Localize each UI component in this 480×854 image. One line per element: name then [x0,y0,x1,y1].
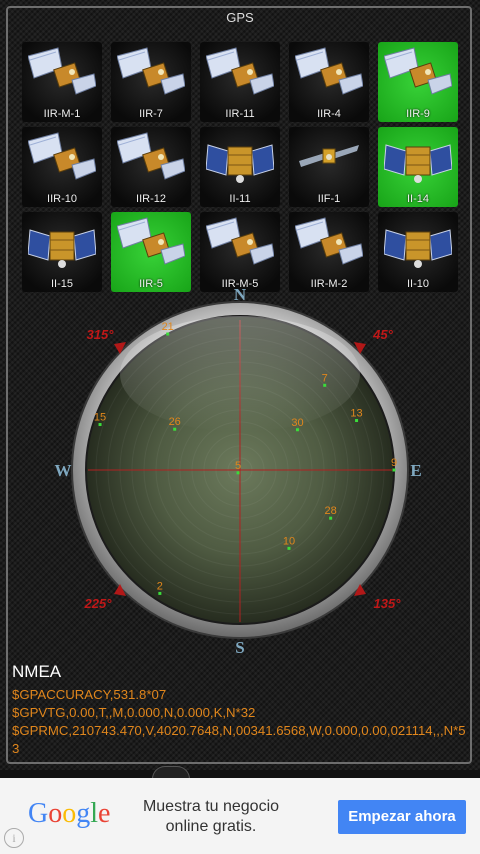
satellite-icon [384,47,452,95]
satellite-icon [117,47,185,95]
satellite-icon [117,132,185,180]
google-logo[interactable]: Google [28,798,110,830]
satellite-label: IIR-9 [406,108,430,120]
satellite-label: IIR-11 [225,108,255,120]
app-title: GPS [226,10,254,25]
ad-cta-button[interactable]: Empezar ahora [338,800,466,834]
satellite-tile[interactable]: IIF-1 [289,127,369,207]
satellite-id-label: 15 [94,412,106,424]
satellite-icon [28,229,96,268]
bearing-label-se: 135° [374,596,402,611]
satellite-tile[interactable]: IIR-M-1 [22,42,102,122]
satellite-icon [206,217,274,265]
satellite-id-label: 10 [283,535,295,547]
compass-east-label: E [410,461,421,480]
gps-app: GPS IIR-M-1 IIR-7 IIR-11 IIR-4 IIR-9 IIR-10 II… [0,0,480,770]
satellite-tile[interactable]: IIR-5 [111,212,191,292]
info-icon[interactable]: i [4,828,24,848]
satellite-icon [384,229,452,268]
satellite-label: IIR-12 [136,193,166,205]
bearing-label-nw: 315° [87,327,115,342]
satellite-tile[interactable]: IIR-M-5 [200,212,280,292]
nmea-line: $GPVTG,0.00,T,,M,0.000,N,0.000,K,N*32 [12,705,256,720]
satellite-label: IIR-M-1 [43,108,81,120]
sky-compass: N S W E 315° 45° 225° 135° 21 7 30 13 26 15 9 5… [55,285,422,657]
satellite-tile[interactable]: IIR-12 [111,127,191,207]
satellite-id-label: 28 [325,505,337,517]
satellite-icon [28,132,96,180]
nmea-line: $GPACCURACY,531.8*07 [12,687,167,702]
satellite-id-label: 7 [322,372,328,384]
satellite-label: IIR-10 [47,193,77,205]
satellite-id-label: 13 [350,408,362,420]
satellite-grid: IIR-M-1 IIR-7 IIR-11 IIR-4 IIR-9 IIR-10 IIR-12… [22,42,462,292]
bearing-label-sw: 225° [84,596,113,611]
satellite-id-label: 30 [291,417,303,429]
satellite-tile[interactable]: IIR-9 [378,42,458,122]
satellite-icon [295,217,363,265]
satellite-label: II-11 [229,193,251,205]
satellite-tile[interactable]: IIR-M-2 [289,212,369,292]
satellite-tile[interactable]: II-14 [378,127,458,207]
compass-north-label: N [234,285,247,304]
satellite-tile[interactable]: IIR-7 [111,42,191,122]
satellite-label: IIR-7 [139,108,163,120]
satellite-label: II-14 [406,193,429,205]
satellite-id-label: 9 [391,457,397,469]
compass-west-label: W [55,461,72,480]
satellite-icon [28,47,96,95]
satellite-icon [117,217,185,265]
nmea-panel: NMEA $GPACCURACY,531.8*07 $GPVTG,0.00,T,… [12,662,468,758]
satellite-id-label: 26 [169,416,181,428]
satellite-id-label: 21 [162,321,174,333]
bearing-label-ne: 45° [372,327,393,342]
satellite-tile[interactable]: IIR-10 [22,127,102,207]
satellite-id-label: 2 [157,580,163,592]
satellite-tile[interactable]: II-15 [22,212,102,292]
nmea-line: $GPRMC,210743.470,V,4020.7648,N,00341.65… [12,723,466,756]
nmea-heading: NMEA [12,662,62,681]
satellite-id-label: 5 [235,460,241,472]
satellite-icon [384,144,452,183]
satellite-label: IIF-1 [317,193,341,205]
ad-banner[interactable]: Google Muestra tu negocio online gratis.… [0,778,480,854]
satellite-tile[interactable]: II-11 [200,127,280,207]
satellite-tile[interactable]: IIR-4 [289,42,369,122]
satellite-label: IIR-4 [317,108,341,120]
compass-south-label: S [235,638,244,657]
satellite-tile[interactable]: II-10 [378,212,458,292]
ad-message[interactable]: Muestra tu negocio online gratis. [140,797,282,837]
satellite-icon [206,47,274,95]
satellite-tile[interactable]: IIR-11 [200,42,280,122]
satellite-icon [295,47,363,95]
satellite-icon [299,145,359,167]
satellite-icon [206,144,274,183]
